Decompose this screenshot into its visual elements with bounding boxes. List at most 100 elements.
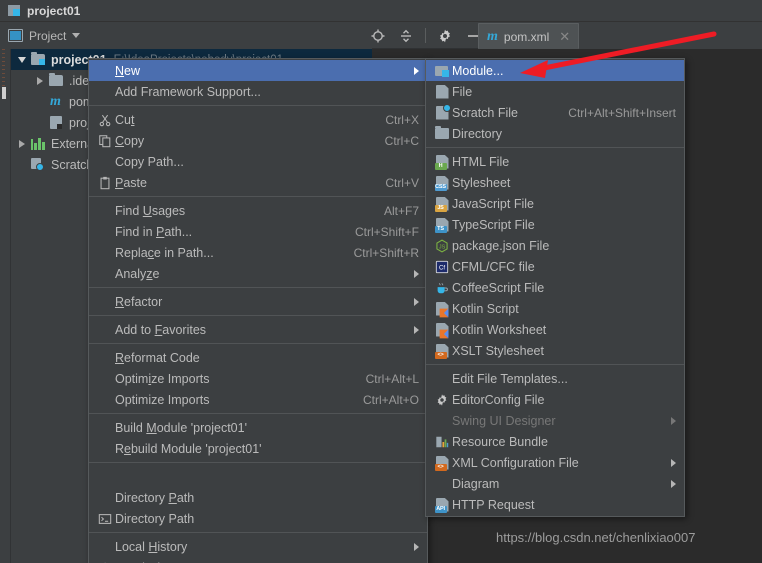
locate-icon[interactable] [365,24,391,48]
menu-item-remove-module[interactable]: Optimize Imports Ctrl+Alt+O [89,389,427,410]
menu-item-replace-in-path[interactable]: Replace in Path... Ctrl+Shift+R [89,242,427,263]
menu-item-label: Directory Path [115,511,195,526]
submenu-item-resource-bundle[interactable]: Resource Bundle [426,431,684,452]
submenu-item-diagram[interactable]: Diagram [426,473,684,494]
menu-item-add-to-favorites[interactable]: Add to Favorites [89,319,427,340]
menu-item-accel: Ctrl+V [385,175,419,190]
collapse-all-icon[interactable] [393,24,419,48]
menu-item-reload-from-disk[interactable]: Local History [89,557,427,563]
resource-bundle-icon [432,435,452,449]
expand-arrow-icon[interactable] [33,76,47,85]
toolbar-separator [425,28,426,43]
libraries-icon [29,137,46,150]
scratch-file-icon [432,103,452,120]
submenu-arrow-icon [414,325,419,334]
submenu-item-kotlin-worksheet[interactable]: Kotlin Worksheet [426,319,684,340]
submenu-item-javascript-file[interactable]: JS JavaScript File [426,193,684,214]
submenu-item-file[interactable]: File [426,81,684,102]
expand-arrow-icon[interactable] [15,56,29,63]
submenu-item-label: Resource Bundle [452,434,548,449]
menu-item-open-in-terminal[interactable]: Directory Path [89,508,427,529]
submenu-item-stylesheet[interactable]: CSS Stylesheet [426,172,684,193]
menu-item-copy[interactable]: Copy Ctrl+C [89,130,427,151]
menu-item-local-history[interactable]: Local History [89,536,427,557]
menu-item-cut[interactable]: Cut Ctrl+X [89,109,427,130]
submenu-item-label: CFML/CFC file [452,259,535,274]
menu-item-optimize-imports[interactable]: Optimize Imports Ctrl+Alt+L [89,368,427,389]
submenu-arrow-icon [671,479,676,488]
submenu-item-html-file[interactable]: H HTML File [426,151,684,172]
menu-item-copy-path[interactable]: Copy Path... [89,151,427,172]
editor-tab-strip: m pom.xml ✕ [478,22,762,49]
menu-item-find-in-path[interactable]: Find in Path... Ctrl+Shift+F [89,221,427,242]
editor-tab-pom-xml[interactable]: m pom.xml ✕ [478,23,580,49]
menu-item-directory-path[interactable]: Directory Path [89,487,427,508]
javascript-file-icon: JS [432,196,452,212]
menu-item-new[interactable]: New [89,60,427,81]
submenu-item-label: Kotlin Worksheet [452,322,547,337]
rail-markers [2,49,5,89]
scratches-icon [29,158,46,171]
submenu-item-coffeescript-file[interactable]: CoffeeScript File [426,277,684,298]
menu-item-add-framework-support[interactable]: Add Framework Support... [89,81,427,102]
gear-icon [432,393,452,407]
menu-item-rebuild-module[interactable]: Rebuild Module 'project01' [89,438,427,459]
submenu-item-edit-file-templates[interactable]: Edit File Templates... [426,368,684,389]
left-tool-rail[interactable] [0,49,11,563]
submenu-item-editorconfig-file[interactable]: EditorConfig File [426,389,684,410]
menu-item-reformat-code[interactable]: Reformat Code [89,347,427,368]
submenu-item-directory[interactable]: Directory [426,123,684,144]
menu-separator [89,196,427,197]
menu-item-accel: Ctrl+C [384,133,419,148]
submenu-item-package-json-file[interactable]: JS package.json File [426,235,684,256]
menu-item-paste[interactable]: Paste Ctrl+V [89,172,427,193]
terminal-icon [95,512,115,526]
expand-arrow-icon[interactable] [15,139,29,148]
menu-item-find-usages[interactable]: Find Usages Alt+F7 [89,200,427,221]
submenu-item-xml-configuration-file[interactable]: <> XML Configuration File [426,452,684,473]
copy-icon [95,134,115,148]
submenu-item-cfml-cfc-file[interactable]: Cf CFML/CFC file [426,256,684,277]
submenu-item-label: HTTP Request [452,497,535,512]
submenu-item-label: Edit File Templates... [452,371,568,386]
menu-separator [89,462,427,463]
typescript-file-icon: TS [432,217,452,233]
menu-separator [89,287,427,288]
cfml-file-icon: Cf [432,260,452,274]
project-toolwindow-icon [8,29,23,42]
module-folder-icon [29,52,46,65]
menu-item-accel: Ctrl+Shift+F [354,224,419,239]
menu-item-build-module[interactable]: Build Module 'project01' [89,417,427,438]
editor-tab-label: pom.xml [503,29,550,44]
gear-icon[interactable] [432,24,458,48]
new-submenu[interactable]: Module... File Scratch File Ctrl+Alt+Shi… [425,58,685,517]
submenu-item-xslt-stylesheet[interactable]: <> XSLT Stylesheet [426,340,684,361]
submenu-item-module[interactable]: Module... [426,60,684,81]
chevron-down-icon[interactable] [72,33,81,38]
watermark-text: https://blog.csdn.net/chenlixiao007 [496,530,696,545]
coffeescript-file-icon [432,281,452,295]
menu-item-analyze[interactable]: Analyze [89,263,427,284]
menu-item-refactor[interactable]: Refactor [89,291,427,312]
submenu-item-http-request[interactable]: API HTTP Request [426,494,684,515]
submenu-item-label: Kotlin Script [452,301,519,316]
submenu-item-kotlin-script[interactable]: Kotlin Script [426,298,684,319]
submenu-item-label: Directory [452,126,503,141]
submenu-arrow-icon [414,542,419,551]
kotlin-script-icon [432,301,452,317]
submenu-item-label: TypeScript File [452,217,535,232]
module-icon [432,65,452,77]
submenu-item-accel: Ctrl+Alt+Shift+Insert [568,105,676,120]
submenu-arrow-icon [671,416,676,425]
folder-icon [432,126,452,139]
close-icon[interactable]: ✕ [559,29,570,45]
maven-icon: m [487,28,498,44]
menu-item-show-in-explorer[interactable] [89,466,427,487]
submenu-item-scratch-file[interactable]: Scratch File Ctrl+Alt+Shift+Insert [426,102,684,123]
project-toolwindow-header[interactable]: Project [0,22,372,49]
maven-icon: m [50,93,61,109]
submenu-item-typescript-file[interactable]: TS TypeScript File [426,214,684,235]
context-menu[interactable]: New Add Framework Support... Cut Ctrl+X [88,58,428,563]
iml-icon [47,116,64,129]
menu-item-label: Add Framework Support... [115,84,261,99]
